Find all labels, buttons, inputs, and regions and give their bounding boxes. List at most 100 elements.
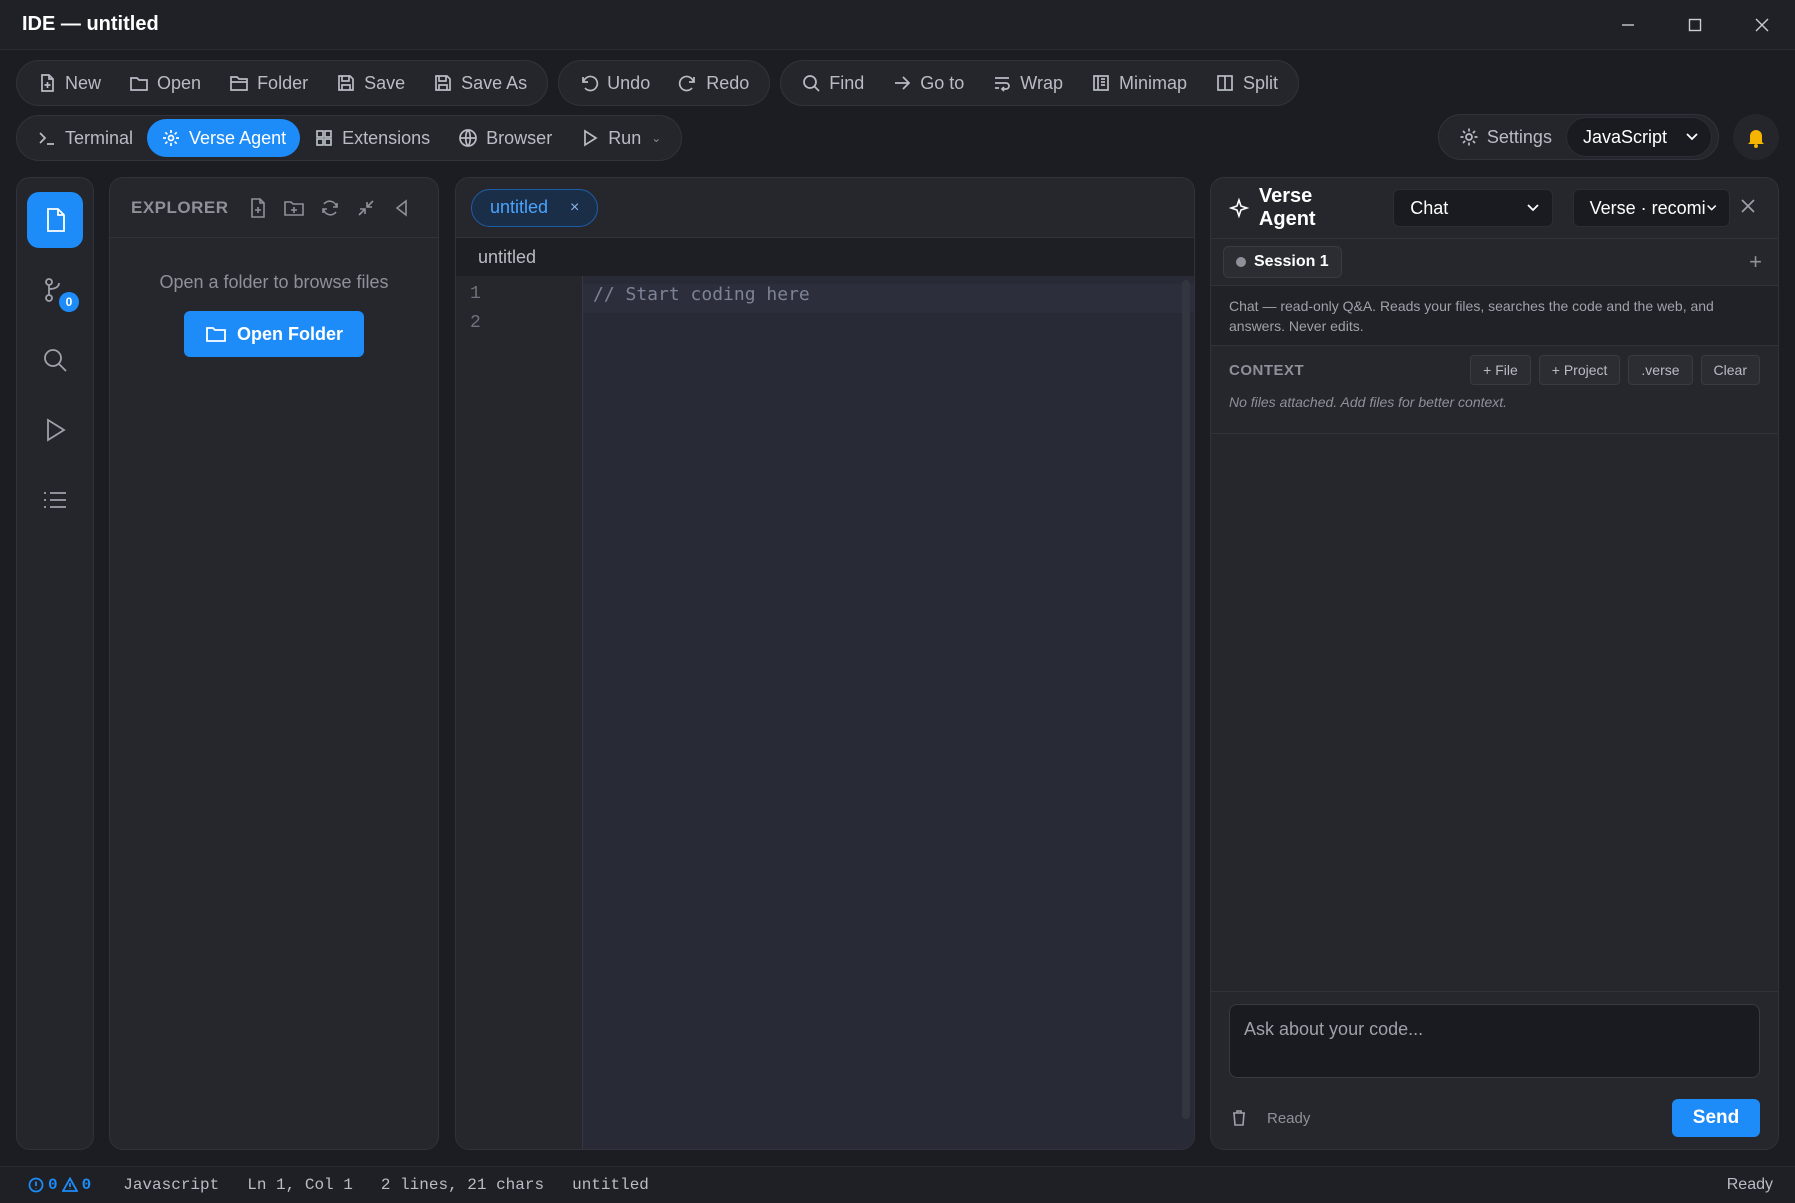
refresh-icon[interactable] bbox=[319, 197, 341, 219]
agent-title: Verse Agent bbox=[1258, 185, 1316, 230]
notifications-button[interactable] bbox=[1733, 114, 1779, 160]
collapse-icon[interactable] bbox=[355, 197, 377, 219]
open-folder-button[interactable]: Open Folder bbox=[184, 311, 364, 357]
search-icon bbox=[44, 349, 67, 372]
line-number: 1 bbox=[470, 284, 481, 304]
undo-label: Undo bbox=[607, 72, 651, 93]
add-file-button[interactable]: + File bbox=[1470, 355, 1531, 385]
save-as-label: Save As bbox=[461, 72, 528, 93]
open-button[interactable]: Open bbox=[115, 64, 215, 102]
code-line[interactable]: // Start coding here bbox=[583, 284, 1194, 313]
split-button[interactable]: Split bbox=[1201, 64, 1292, 102]
sparkle-icon bbox=[163, 130, 180, 146]
session-tab[interactable]: Session 1 bbox=[1223, 246, 1342, 278]
code-content[interactable]: // Start coding here bbox=[583, 276, 1194, 1149]
minimap-label: Minimap bbox=[1118, 72, 1187, 93]
model-select[interactable]: Verse · recomi bbox=[1572, 189, 1730, 227]
minimap-button[interactable]: Minimap bbox=[1077, 64, 1201, 102]
extensions-button[interactable]: Extensions bbox=[300, 119, 444, 157]
minimize-icon bbox=[1621, 23, 1634, 26]
explorer-activity-button[interactable] bbox=[27, 192, 83, 248]
folder-button[interactable]: Folder bbox=[215, 64, 322, 102]
minimize-button[interactable] bbox=[1594, 0, 1661, 49]
problems-indicator[interactable]: 0 0 bbox=[28, 1176, 91, 1194]
hide-sidebar-icon[interactable] bbox=[391, 197, 413, 219]
search-activity-button[interactable] bbox=[27, 332, 83, 388]
undo-icon bbox=[582, 75, 599, 92]
cursor-position[interactable]: Ln 1, Col 1 bbox=[247, 1176, 353, 1194]
new-folder-icon[interactable] bbox=[283, 197, 305, 219]
wrap-button[interactable]: Wrap bbox=[978, 64, 1077, 102]
status-bar: 0 0 Javascript Ln 1, Col 1 2 lines, 21 c… bbox=[0, 1166, 1795, 1203]
status-file: untitled bbox=[572, 1176, 649, 1194]
add-project-button[interactable]: + Project bbox=[1538, 355, 1621, 385]
explorer-title: EXPLORER bbox=[131, 197, 229, 217]
new-button[interactable]: New bbox=[23, 64, 115, 102]
run-activity-button[interactable] bbox=[27, 402, 83, 458]
explorer-header: EXPLORER bbox=[110, 178, 438, 238]
run-button[interactable]: Run ⌄ bbox=[566, 119, 675, 157]
goto-label: Go to bbox=[920, 72, 965, 93]
context-row: CONTEXT + File + Project .verse Clear bbox=[1211, 346, 1778, 394]
settings-button[interactable]: Settings bbox=[1445, 118, 1566, 156]
mode-value: Chat bbox=[1410, 197, 1449, 218]
save-icon bbox=[338, 75, 354, 91]
close-window-button[interactable] bbox=[1728, 0, 1795, 49]
find-label: Find bbox=[829, 72, 865, 93]
wrap-label: Wrap bbox=[1020, 72, 1063, 93]
mode-select[interactable]: Chat bbox=[1393, 189, 1553, 227]
goto-button[interactable]: Go to bbox=[878, 64, 978, 102]
new-file-icon[interactable] bbox=[247, 197, 269, 219]
terminal-icon bbox=[39, 132, 54, 145]
terminal-label: Terminal bbox=[65, 127, 134, 148]
folder-open-icon bbox=[130, 77, 148, 91]
save-button[interactable]: Save bbox=[322, 64, 419, 102]
sparkle-icon bbox=[1229, 198, 1249, 218]
close-tab-icon[interactable]: × bbox=[570, 199, 579, 217]
panel-group: Terminal Verse Agent Extensions Browser … bbox=[16, 115, 683, 161]
maximize-button[interactable] bbox=[1661, 0, 1728, 49]
globe-icon bbox=[459, 129, 478, 147]
tab-untitled[interactable]: untitled × bbox=[471, 188, 599, 227]
session-label: Session 1 bbox=[1254, 253, 1329, 270]
close-icon bbox=[1755, 18, 1768, 31]
line-gutter: 1 2 bbox=[456, 276, 583, 1149]
model-value: Verse · recomi bbox=[1589, 197, 1706, 218]
code-line[interactable] bbox=[583, 313, 1194, 342]
save-as-button[interactable]: Save As bbox=[419, 64, 541, 102]
source-control-activity-button[interactable]: 0 bbox=[27, 262, 83, 318]
new-file-icon bbox=[41, 74, 54, 92]
close-agent-button[interactable] bbox=[1740, 198, 1756, 219]
send-button[interactable]: Send bbox=[1672, 1099, 1760, 1137]
chevron-down-icon bbox=[1526, 204, 1539, 212]
add-session-icon[interactable]: + bbox=[1749, 249, 1762, 275]
browser-button[interactable]: Browser bbox=[444, 119, 566, 157]
outline-activity-button[interactable] bbox=[27, 472, 83, 528]
session-row: Session 1 + bbox=[1211, 238, 1778, 286]
mode-description: Chat — read-only Q&A. Reads your files, … bbox=[1211, 286, 1778, 346]
gear-icon bbox=[1460, 128, 1478, 146]
settings-group: Settings JavaScript bbox=[1437, 114, 1719, 160]
find-button[interactable]: Find bbox=[787, 64, 878, 102]
editor-scrollbar[interactable] bbox=[1182, 280, 1190, 1119]
clear-context-button[interactable]: Clear bbox=[1700, 355, 1760, 385]
redo-button[interactable]: Redo bbox=[664, 64, 763, 102]
status-language[interactable]: Javascript bbox=[123, 1176, 219, 1194]
status-ready: Ready bbox=[1726, 1176, 1773, 1193]
ask-input[interactable] bbox=[1229, 1004, 1760, 1078]
window-title: IDE — untitled bbox=[22, 13, 159, 35]
verse-agent-button[interactable]: Verse Agent bbox=[147, 119, 301, 157]
undo-button[interactable]: Undo bbox=[565, 64, 664, 102]
trash-icon[interactable] bbox=[1229, 1108, 1249, 1128]
save-label: Save bbox=[364, 72, 406, 93]
close-icon bbox=[1741, 198, 1755, 213]
explorer-panel: EXPLORER Open a folder to browse files O… bbox=[109, 177, 439, 1150]
run-label: Run bbox=[608, 127, 642, 148]
code-area[interactable]: 1 2 // Start coding here bbox=[456, 276, 1194, 1149]
terminal-button[interactable]: Terminal bbox=[23, 119, 147, 157]
verse-button[interactable]: .verse bbox=[1628, 355, 1693, 385]
language-select[interactable]: JavaScript bbox=[1565, 117, 1712, 157]
panel-toolbar: Terminal Verse Agent Extensions Browser … bbox=[16, 114, 683, 162]
history-group: Undo Redo bbox=[558, 60, 771, 106]
new-label: New bbox=[65, 72, 102, 93]
